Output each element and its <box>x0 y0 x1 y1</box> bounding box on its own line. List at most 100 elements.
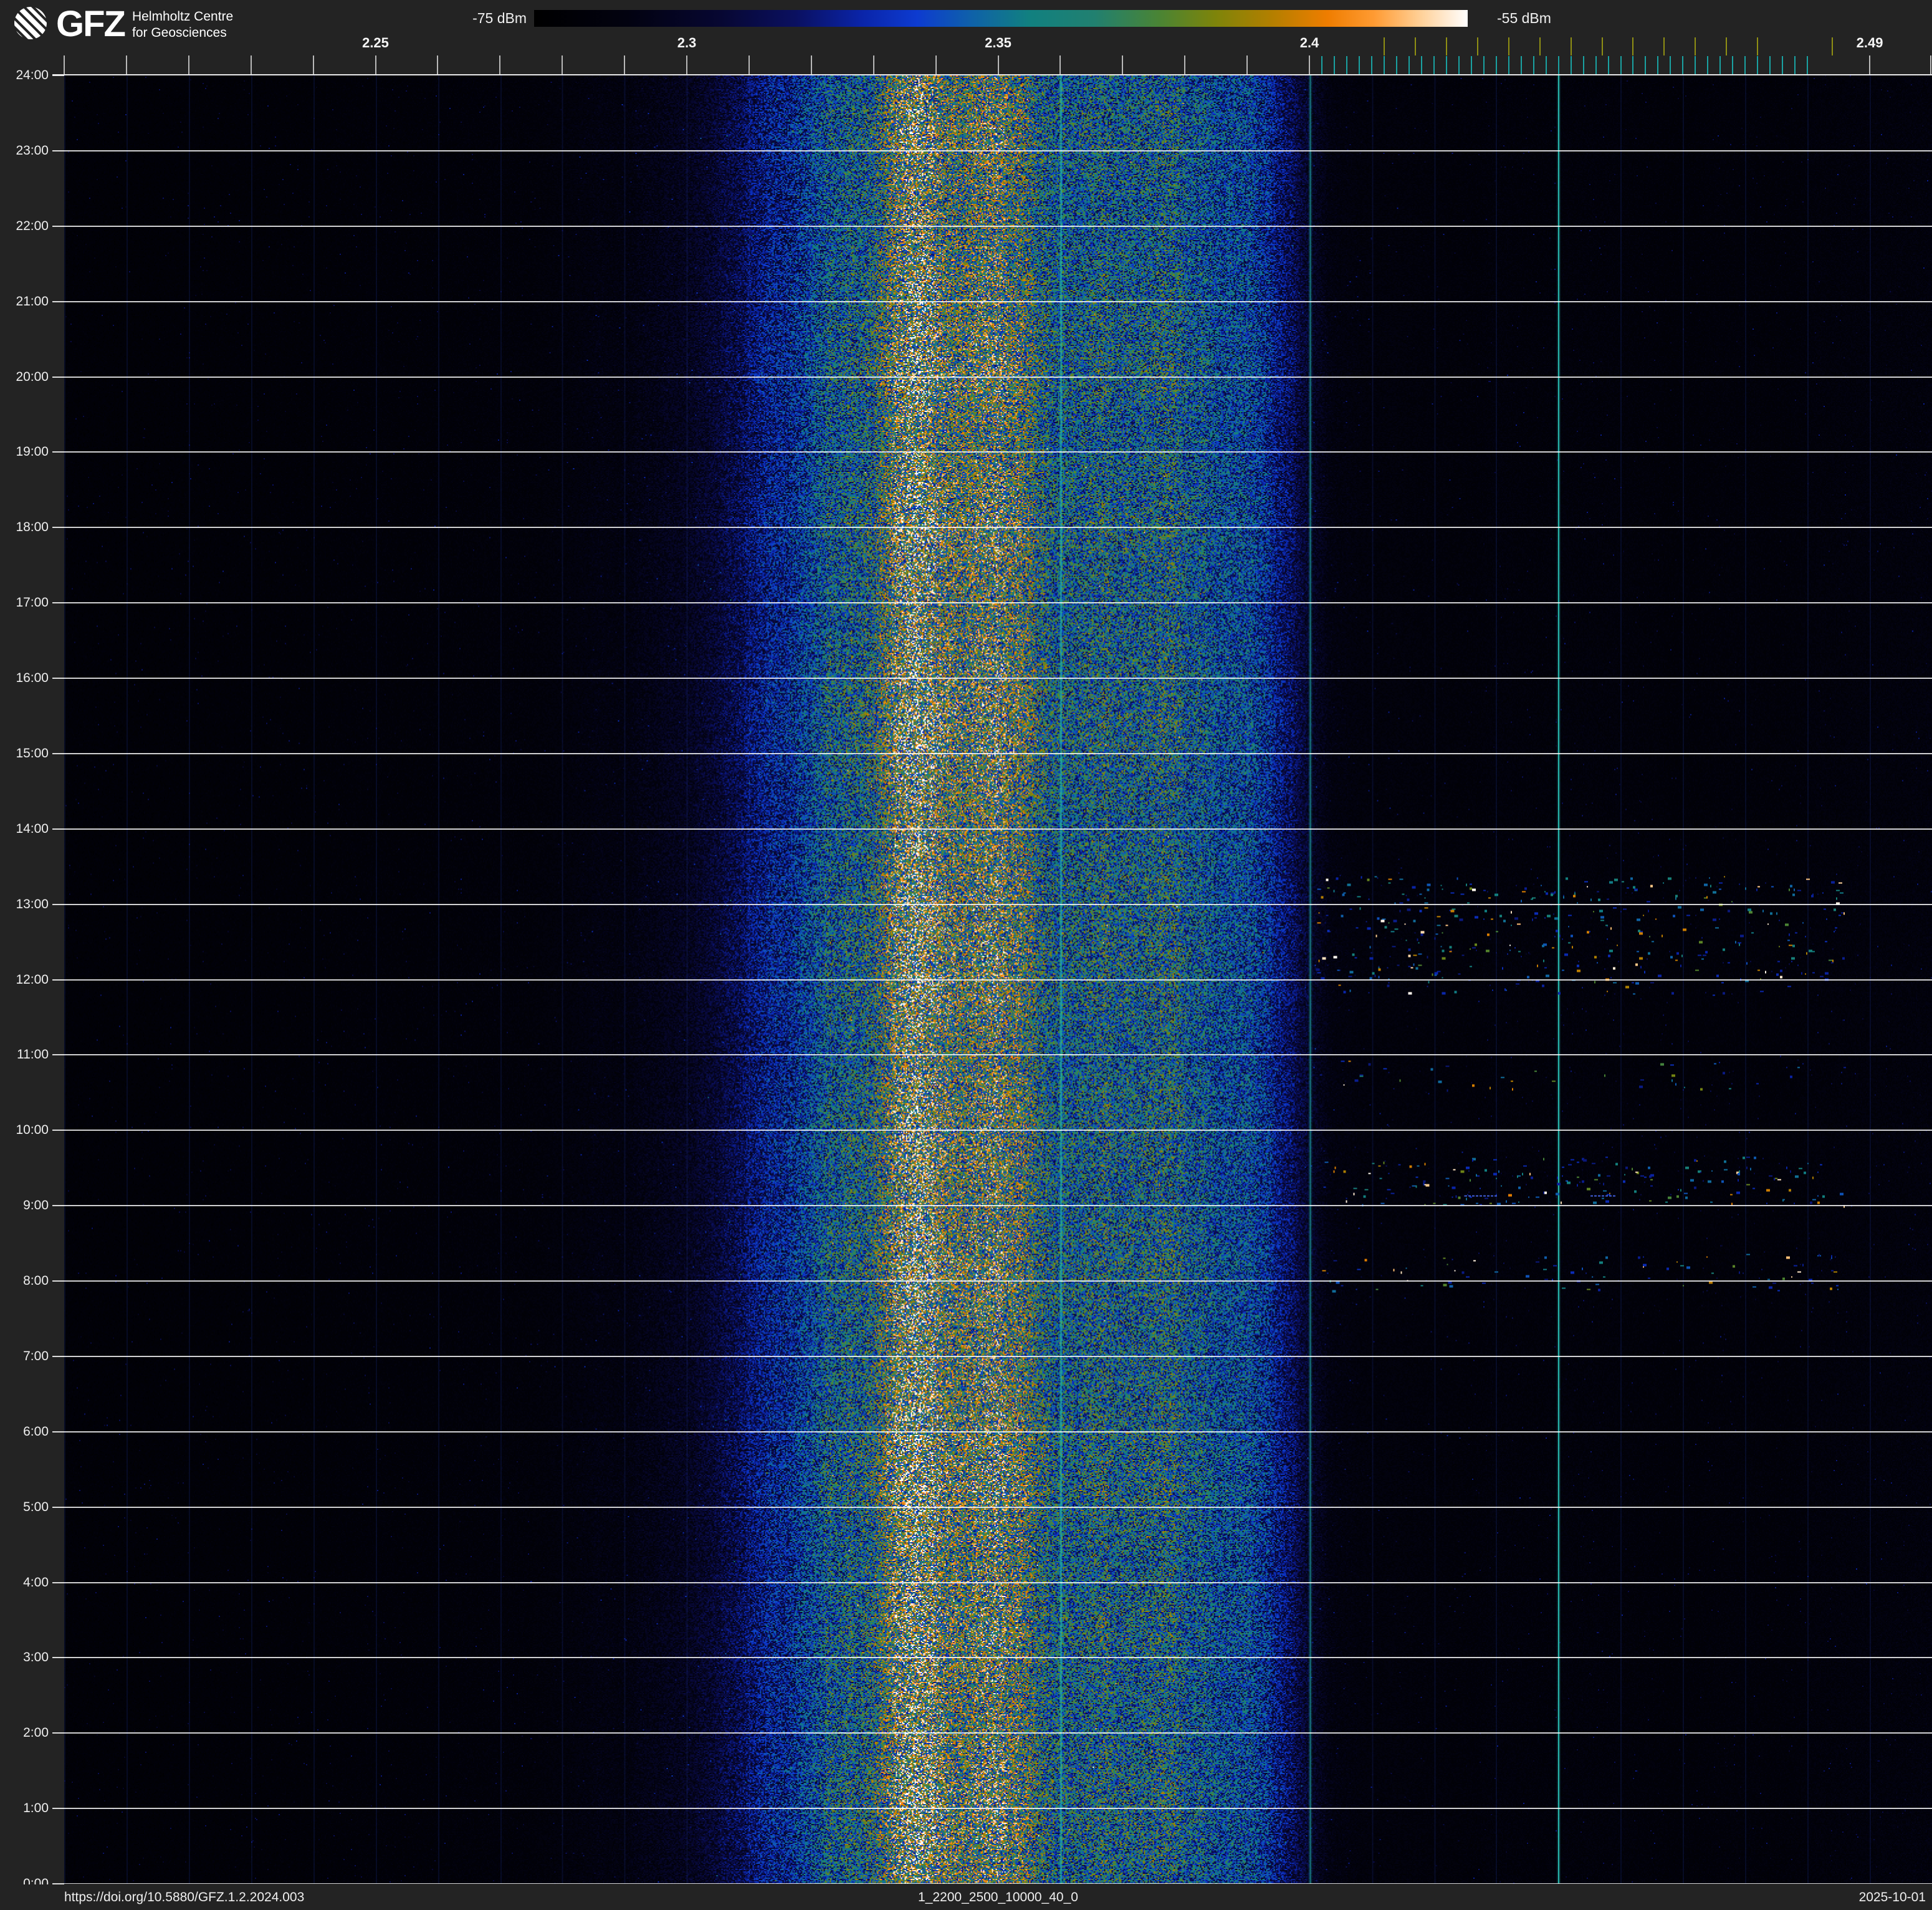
ism-band-tick <box>1520 56 1522 74</box>
ism-band-tick <box>1545 56 1547 74</box>
hour-gridline <box>64 150 1932 151</box>
freq-minor-tick <box>686 55 687 74</box>
hour-gridline <box>64 1356 1932 1357</box>
ism-band-tick <box>1794 56 1796 74</box>
ism-band-tick <box>1383 56 1385 74</box>
hour-gridline <box>64 1808 1932 1809</box>
wifi-channel-tick <box>1757 37 1759 55</box>
freq-minor-tick <box>1059 55 1061 74</box>
time-tick <box>52 1732 64 1734</box>
hour-gridline <box>64 1732 1932 1734</box>
ism-band-tick <box>1433 56 1435 74</box>
time-tick <box>52 1581 64 1583</box>
freq-minor-tick <box>873 55 874 74</box>
time-tick <box>52 828 64 830</box>
time-tick <box>52 1130 64 1131</box>
time-tick-label: 18:00 <box>16 520 49 535</box>
footer-bar: https://doi.org/10.5880/GFZ.1.2.2024.003… <box>0 1884 1932 1910</box>
freq-minor-tick <box>1246 55 1248 74</box>
time-tick <box>52 150 64 151</box>
time-tick <box>52 1280 64 1282</box>
time-tick-label: 10:00 <box>16 1123 49 1138</box>
ism-band-tick <box>1557 56 1559 74</box>
freq-minor-tick <box>125 55 127 74</box>
hour-gridline <box>64 828 1932 830</box>
time-tick-label: 11:00 <box>17 1047 49 1062</box>
hour-gridline <box>64 1054 1932 1055</box>
freq-minor-tick <box>810 55 812 74</box>
time-tick <box>52 225 64 227</box>
time-tick <box>52 376 64 378</box>
hour-gridline <box>64 226 1932 227</box>
time-tick-label: 13:00 <box>16 896 49 911</box>
time-tick-label: 24:00 <box>16 68 49 82</box>
wifi-channel-tick <box>1445 37 1447 55</box>
time-tick <box>52 1355 64 1357</box>
spectrogram-screenshot: GFZ Helmholtz Centre for Geosciences -75… <box>0 0 1932 1910</box>
hour-gridline <box>64 1883 1932 1884</box>
wifi-channel-tick <box>1695 37 1696 55</box>
hour-gridline <box>64 1280 1932 1282</box>
ism-band-tick <box>1470 56 1472 74</box>
time-tick <box>52 300 64 302</box>
freq-minor-tick <box>437 55 439 74</box>
ism-band-tick <box>1695 56 1696 74</box>
time-tick <box>52 1657 64 1659</box>
time-tick <box>52 1808 64 1810</box>
ism-band-tick <box>1333 56 1335 74</box>
ism-band-tick <box>1395 56 1397 74</box>
time-tick-label: 22:00 <box>16 218 49 233</box>
freq-tick-label: 2.49 <box>1856 35 1883 50</box>
ism-band-tick <box>1607 56 1609 74</box>
wifi-channel-tick <box>1383 37 1385 55</box>
ism-band-tick <box>1744 56 1746 74</box>
ism-band-tick <box>1346 56 1347 74</box>
freq-tick-label: 2.25 <box>362 35 389 50</box>
ism-band-tick <box>1769 56 1771 74</box>
time-tick-label: 20:00 <box>16 369 49 384</box>
freq-minor-tick <box>1930 55 1931 74</box>
wifi-channel-tick <box>1508 37 1509 55</box>
freq-minor-tick <box>624 55 626 74</box>
ism-band-tick <box>1321 56 1322 74</box>
ism-band-tick <box>1370 56 1372 74</box>
time-tick-label: 8:00 <box>23 1274 49 1288</box>
date-label: 2025-10-01 <box>1858 1890 1926 1904</box>
ism-band-tick <box>1670 56 1671 74</box>
ism-band-tick <box>1595 56 1597 74</box>
hour-gridline <box>64 1130 1932 1131</box>
wifi-channel-tick <box>1832 37 1834 55</box>
ism-band-tick <box>1732 56 1734 74</box>
hour-gridline <box>64 678 1932 679</box>
freq-tick-label: 2.35 <box>985 35 1011 50</box>
ism-band-tick <box>1358 56 1360 74</box>
ism-band-tick <box>1657 56 1659 74</box>
freq-minor-tick <box>935 55 937 74</box>
ism-band-tick <box>1757 56 1759 74</box>
freq-minor-tick <box>1184 55 1186 74</box>
freq-minor-tick <box>748 55 750 74</box>
ism-band-tick <box>1719 56 1721 74</box>
ism-band-tick <box>1495 56 1497 74</box>
time-tick-label: 12:00 <box>16 972 49 987</box>
hour-gridline <box>64 602 1932 603</box>
time-tick-label: 1:00 <box>23 1801 49 1816</box>
dataset-name: 1_2200_2500_10000_40_0 <box>918 1890 1078 1904</box>
ism-band-tick <box>1570 56 1572 74</box>
time-tick-label: 5:00 <box>23 1499 49 1514</box>
hour-gridline <box>64 1431 1932 1432</box>
hour-gridline <box>64 753 1932 754</box>
freq-minor-tick <box>375 55 376 74</box>
hour-gridline <box>64 1507 1932 1508</box>
hour-gridline <box>64 1657 1932 1658</box>
ism-band-tick <box>1445 56 1447 74</box>
time-tick-label: 23:00 <box>16 143 49 158</box>
frequency-axis: 2.25 2.3 2.35 2.4 2.49 <box>0 0 1932 75</box>
ism-band-tick <box>1682 56 1684 74</box>
ism-band-tick <box>1632 56 1634 74</box>
wifi-channel-tick <box>1539 37 1541 55</box>
time-tick-label: 16:00 <box>16 671 49 685</box>
time-tick-label: 14:00 <box>16 821 49 836</box>
freq-minor-tick <box>1122 55 1124 74</box>
wifi-channel-tick <box>1601 37 1603 55</box>
